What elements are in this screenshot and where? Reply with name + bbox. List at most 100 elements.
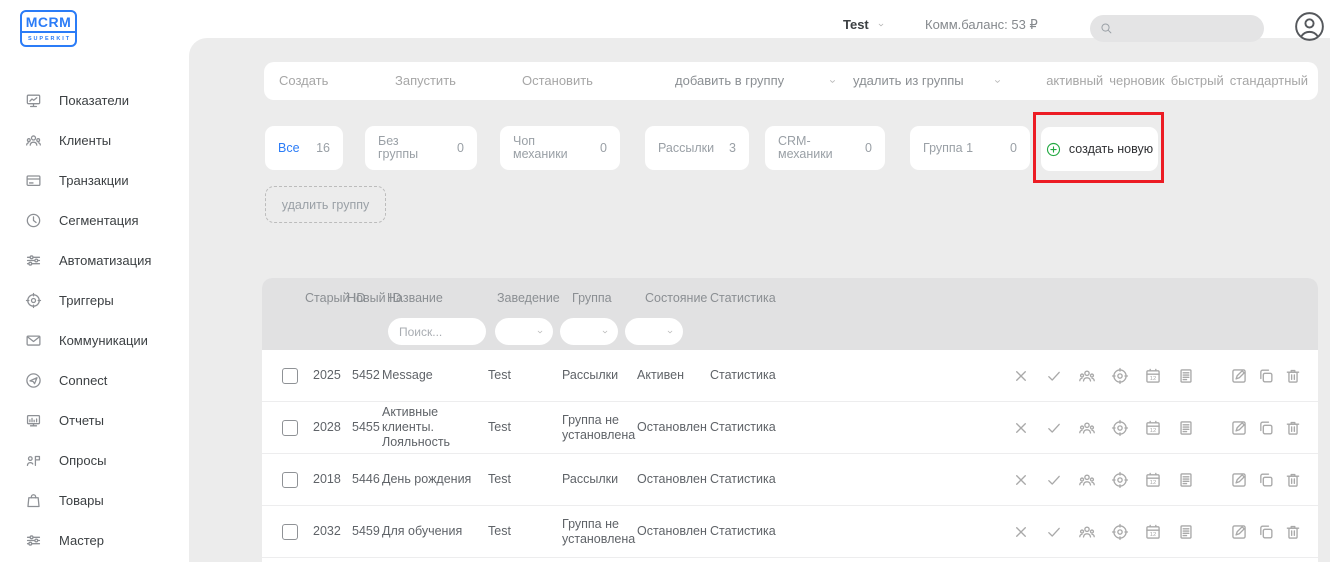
plus-circle-icon [1046, 142, 1061, 157]
delete-icon[interactable] [1284, 471, 1302, 489]
name-search-input[interactable] [388, 318, 486, 345]
sidebar-item-monitor[interactable]: Показатели [0, 80, 189, 120]
cancel-icon[interactable] [1012, 471, 1030, 489]
group-tab-label: Все [278, 140, 300, 155]
profile-avatar[interactable] [1294, 11, 1325, 42]
users-icon[interactable] [1078, 471, 1096, 489]
sidebar-item-target[interactable]: Триггеры [0, 280, 189, 320]
remove-from-group-dropdown[interactable]: удалить из группы [853, 62, 964, 100]
group-tab[interactable]: Без группы 0 [365, 126, 477, 170]
group-tab-count: 0 [1010, 141, 1017, 155]
check-icon[interactable] [1045, 471, 1063, 489]
group-filter-dropdown[interactable] [560, 318, 618, 345]
group-tab[interactable]: Чоп механики 0 [500, 126, 620, 170]
edit-icon[interactable] [1230, 471, 1248, 489]
cell-stats-link[interactable]: Статистика [710, 420, 800, 435]
users-icon[interactable] [1078, 419, 1096, 437]
group-tab-count: 0 [457, 141, 464, 155]
copy-icon[interactable] [1257, 523, 1275, 541]
edit-icon[interactable] [1230, 419, 1248, 437]
users-icon[interactable] [1078, 367, 1096, 385]
cell-new-id: 5452 [352, 368, 380, 382]
copy-icon[interactable] [1257, 367, 1275, 385]
sidebar-item-sliders[interactable]: Мастер [0, 520, 189, 560]
venue-filter-dropdown[interactable] [495, 318, 553, 345]
chevron-down-icon[interactable] [827, 62, 838, 100]
group-tab-count: 3 [729, 141, 736, 155]
group-tab[interactable]: Все 16 [265, 126, 343, 170]
edit-icon[interactable] [1230, 367, 1248, 385]
group-tab[interactable]: CRM-механики 0 [765, 126, 885, 170]
cancel-icon[interactable] [1012, 367, 1030, 385]
group-tab[interactable]: Группа 1 0 [910, 126, 1030, 170]
cell-stats-link[interactable]: Статистика [710, 524, 800, 539]
doc-icon[interactable] [1177, 471, 1195, 489]
delete-icon[interactable] [1284, 367, 1302, 385]
stop-button[interactable]: Остановить [522, 62, 593, 100]
cancel-icon[interactable] [1012, 419, 1030, 437]
delete-group-button[interactable]: удалить группу [265, 186, 386, 223]
row-checkbox[interactable] [282, 523, 298, 540]
sidebar-item-users[interactable]: Клиенты [0, 120, 189, 160]
status-filter[interactable]: быстрый [1171, 62, 1224, 100]
sidebar-item-survey[interactable]: Опросы [0, 440, 189, 480]
status-filter[interactable]: черновик [1109, 62, 1165, 100]
delete-icon[interactable] [1284, 523, 1302, 541]
venue-selector[interactable]: Test [843, 17, 886, 32]
doc-icon[interactable] [1177, 367, 1195, 385]
cell-group: Группа не установлена [562, 516, 636, 546]
cell-new-id: 5446 [352, 472, 380, 486]
cell-state: Активен [637, 368, 685, 382]
sidebar-item-mail[interactable]: Коммуникации [0, 320, 189, 360]
cancel-icon[interactable] [1012, 523, 1030, 541]
check-icon[interactable] [1045, 523, 1063, 541]
row-actions: 12 [800, 523, 1302, 541]
sidebar-item-bag[interactable]: Товары [0, 480, 189, 520]
target-icon[interactable] [1111, 523, 1129, 541]
calendar-icon[interactable]: 12 [1144, 419, 1162, 437]
cell-stats-link[interactable]: Статистика [710, 472, 800, 487]
copy-icon[interactable] [1257, 419, 1275, 437]
sidebar-item-send[interactable]: Connect [0, 360, 189, 400]
check-icon[interactable] [1045, 367, 1063, 385]
sidebar-item-report[interactable]: Отчеты [0, 400, 189, 440]
brand-logo[interactable]: MCRM SUPERKIT [20, 10, 77, 47]
status-filter[interactable]: активный [1046, 62, 1103, 100]
sidebar-item-label: Показатели [59, 92, 129, 108]
row-checkbox[interactable] [282, 367, 298, 384]
target-icon[interactable] [1111, 419, 1129, 437]
delete-icon[interactable] [1284, 419, 1302, 437]
create-button[interactable]: Создать [279, 62, 328, 100]
status-filter[interactable]: стандартный [1230, 62, 1308, 100]
copy-icon[interactable] [1257, 471, 1275, 489]
start-button[interactable]: Запустить [395, 62, 456, 100]
search-input[interactable] [1090, 15, 1264, 42]
sidebar: MCRM SUPERKIT Показатели Клиенты Транзак… [0, 0, 189, 562]
calendar-icon[interactable]: 12 [1144, 523, 1162, 541]
create-new-group-button[interactable]: создать новую [1041, 127, 1158, 171]
target-icon[interactable] [1111, 367, 1129, 385]
target-icon[interactable] [1111, 471, 1129, 489]
cell-group: Рассылки [562, 472, 619, 486]
check-icon[interactable] [1045, 419, 1063, 437]
users-icon[interactable] [1078, 523, 1096, 541]
sidebar-item-clock[interactable]: Сегментация [0, 200, 189, 240]
doc-icon[interactable] [1177, 523, 1195, 541]
svg-text:12: 12 [1150, 428, 1157, 434]
table-body: 2025 5452 Message Test Рассылки Активен … [262, 350, 1318, 558]
row-checkbox[interactable] [282, 471, 298, 488]
group-tab[interactable]: Рассылки 3 [645, 126, 749, 170]
sidebar-item-card[interactable]: Транзакции [0, 160, 189, 200]
row-checkbox[interactable] [282, 419, 298, 436]
edit-icon[interactable] [1230, 523, 1248, 541]
sidebar-item-label: Отчеты [59, 412, 104, 428]
add-to-group-dropdown[interactable]: добавить в группу [675, 62, 784, 100]
chevron-down-icon[interactable] [992, 62, 1003, 100]
sidebar-item-sliders[interactable]: Автоматизация [0, 240, 189, 280]
target-icon [25, 292, 42, 309]
calendar-icon[interactable]: 12 [1144, 367, 1162, 385]
doc-icon[interactable] [1177, 419, 1195, 437]
calendar-icon[interactable]: 12 [1144, 471, 1162, 489]
state-filter-dropdown[interactable] [625, 318, 683, 345]
cell-stats-link[interactable]: Статистика [710, 368, 800, 383]
